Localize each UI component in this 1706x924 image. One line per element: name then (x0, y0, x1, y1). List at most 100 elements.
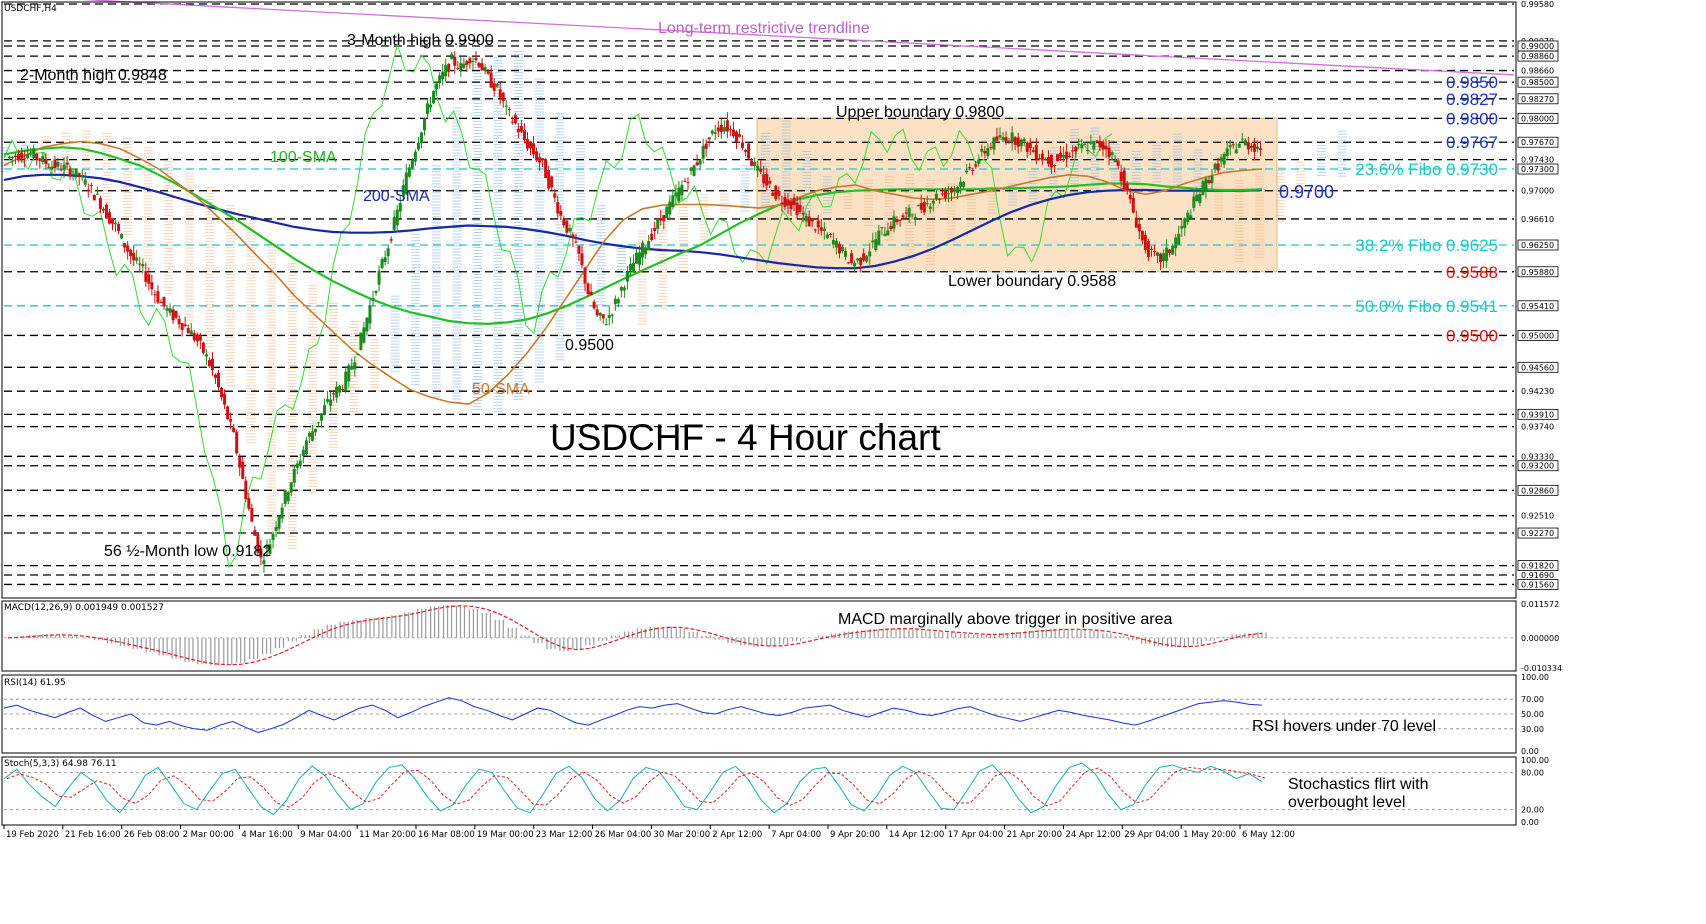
price-axis-label: 0.93910 (1521, 410, 1554, 419)
candle-body (907, 207, 911, 218)
candle-body (383, 257, 387, 263)
rsi-axis-label: 100.00 (1521, 673, 1549, 682)
candle-body (44, 159, 48, 164)
candle-body (998, 135, 1002, 138)
stoch-header: Stoch(5,3,3) 64.98 76.11 (4, 759, 117, 769)
candle-body (668, 201, 672, 215)
candle-body (1177, 233, 1181, 245)
candle-body (144, 271, 148, 282)
three-month-high-label: 3-Month high 0.9900 (347, 32, 494, 49)
x-axis-label: 2 Apr 12:00 (712, 830, 762, 840)
price-axis-label: 0.93330 (1521, 452, 1554, 461)
candle-body (444, 65, 448, 77)
candle-body (1025, 142, 1029, 152)
candle-body (329, 399, 333, 406)
candle-body (1022, 138, 1026, 142)
candle-body (1007, 140, 1011, 142)
macd-panel: 0.011572 0.000000 -0.010334 (4, 600, 1562, 673)
x-axis-label: 23 Mar 12:00 (536, 830, 593, 840)
candle-body (795, 202, 799, 216)
price-axis-label: 0.97430 (1521, 156, 1554, 165)
price-axis-label: 0.99580 (1521, 0, 1554, 9)
x-axis-label: 16 Mar 08:00 (418, 830, 475, 840)
candle-body (65, 162, 69, 165)
candle-body (395, 209, 399, 226)
candle-body (965, 170, 969, 173)
candle-body (989, 146, 993, 148)
candle-body (183, 324, 187, 327)
candle-body (595, 309, 599, 316)
candle-body (1010, 132, 1014, 143)
candle-body (586, 283, 590, 294)
candle-body (213, 374, 217, 378)
candle-body (253, 530, 257, 536)
candle-body (925, 203, 929, 205)
candle-body (1053, 164, 1057, 166)
candle-body (771, 192, 775, 196)
candle-body (934, 193, 938, 200)
candle-body (1204, 178, 1208, 191)
candle-body (1180, 226, 1184, 229)
candle-body (940, 193, 944, 195)
candle-body (410, 160, 414, 169)
rsi-panel: 100.00 70.00 50.00 30.00 0.00 (3, 673, 1549, 756)
candle-body (210, 358, 214, 371)
price-axis-label: 0.97000 (1521, 187, 1554, 196)
candle-body (11, 156, 15, 159)
upper-boundary-label: Upper boundary 0.9800 (836, 104, 1004, 121)
candle-body (1192, 196, 1196, 208)
candle-body (950, 187, 954, 193)
candle-body (738, 134, 741, 137)
x-axis-label: 1 May 20:00 (1183, 830, 1236, 840)
candle-body (274, 527, 278, 531)
candle-body (59, 169, 63, 171)
candle-body (577, 245, 581, 254)
macd-annotation: MACD marginally above trigger in positiv… (838, 611, 1172, 628)
candle-body (1098, 141, 1102, 148)
candle-body (192, 333, 196, 341)
price-axis-label: 0.97670 (1521, 138, 1554, 147)
stoch-axis-label: 0.00 (1521, 818, 1539, 827)
x-axis-label: 26 Mar 04:00 (595, 830, 652, 840)
rsi-axis-label: 30.00 (1521, 725, 1544, 734)
candle-body (671, 195, 675, 208)
candle-body (250, 508, 254, 522)
candle-body (392, 216, 396, 230)
candle-body (1080, 144, 1084, 149)
candle-body (598, 312, 602, 316)
candle-body (1074, 146, 1078, 152)
candle-body (1174, 237, 1178, 249)
candle-body (747, 143, 751, 159)
candle-body (619, 287, 623, 291)
stoch-axis-label: 80.00 (1521, 768, 1544, 777)
candle-body (1140, 230, 1144, 241)
candle-body (165, 308, 169, 311)
candle-body (535, 151, 539, 161)
rsi-axis-label: 50.00 (1521, 710, 1544, 719)
candle-body (474, 57, 478, 61)
rsi-line (3, 697, 1263, 734)
candle-body (1231, 144, 1235, 146)
price-axis-label: 0.98000 (1521, 114, 1554, 123)
candle-body (610, 314, 614, 316)
candle-body (1143, 234, 1147, 250)
candle-body (280, 507, 284, 519)
candle-body (898, 219, 902, 221)
candle-body (68, 168, 72, 177)
price-axis-label: 0.99000 (1521, 42, 1554, 51)
candle-body (47, 167, 51, 169)
candle-body (262, 560, 266, 565)
candle-body (271, 533, 275, 541)
x-axis-label: 24 Apr 12:00 (1065, 830, 1120, 840)
candle-body (447, 63, 451, 72)
candle-body (71, 173, 75, 175)
candle-body (223, 393, 227, 405)
candle-body (1207, 180, 1211, 184)
stoch-axis-label: 100.00 (1521, 756, 1549, 765)
price-axis-label: 0.98270 (1521, 95, 1554, 104)
candle-body (295, 463, 299, 468)
candle-body (1219, 157, 1223, 162)
candle-body (135, 257, 139, 261)
candle-body (859, 257, 863, 265)
candle-body (707, 137, 711, 140)
